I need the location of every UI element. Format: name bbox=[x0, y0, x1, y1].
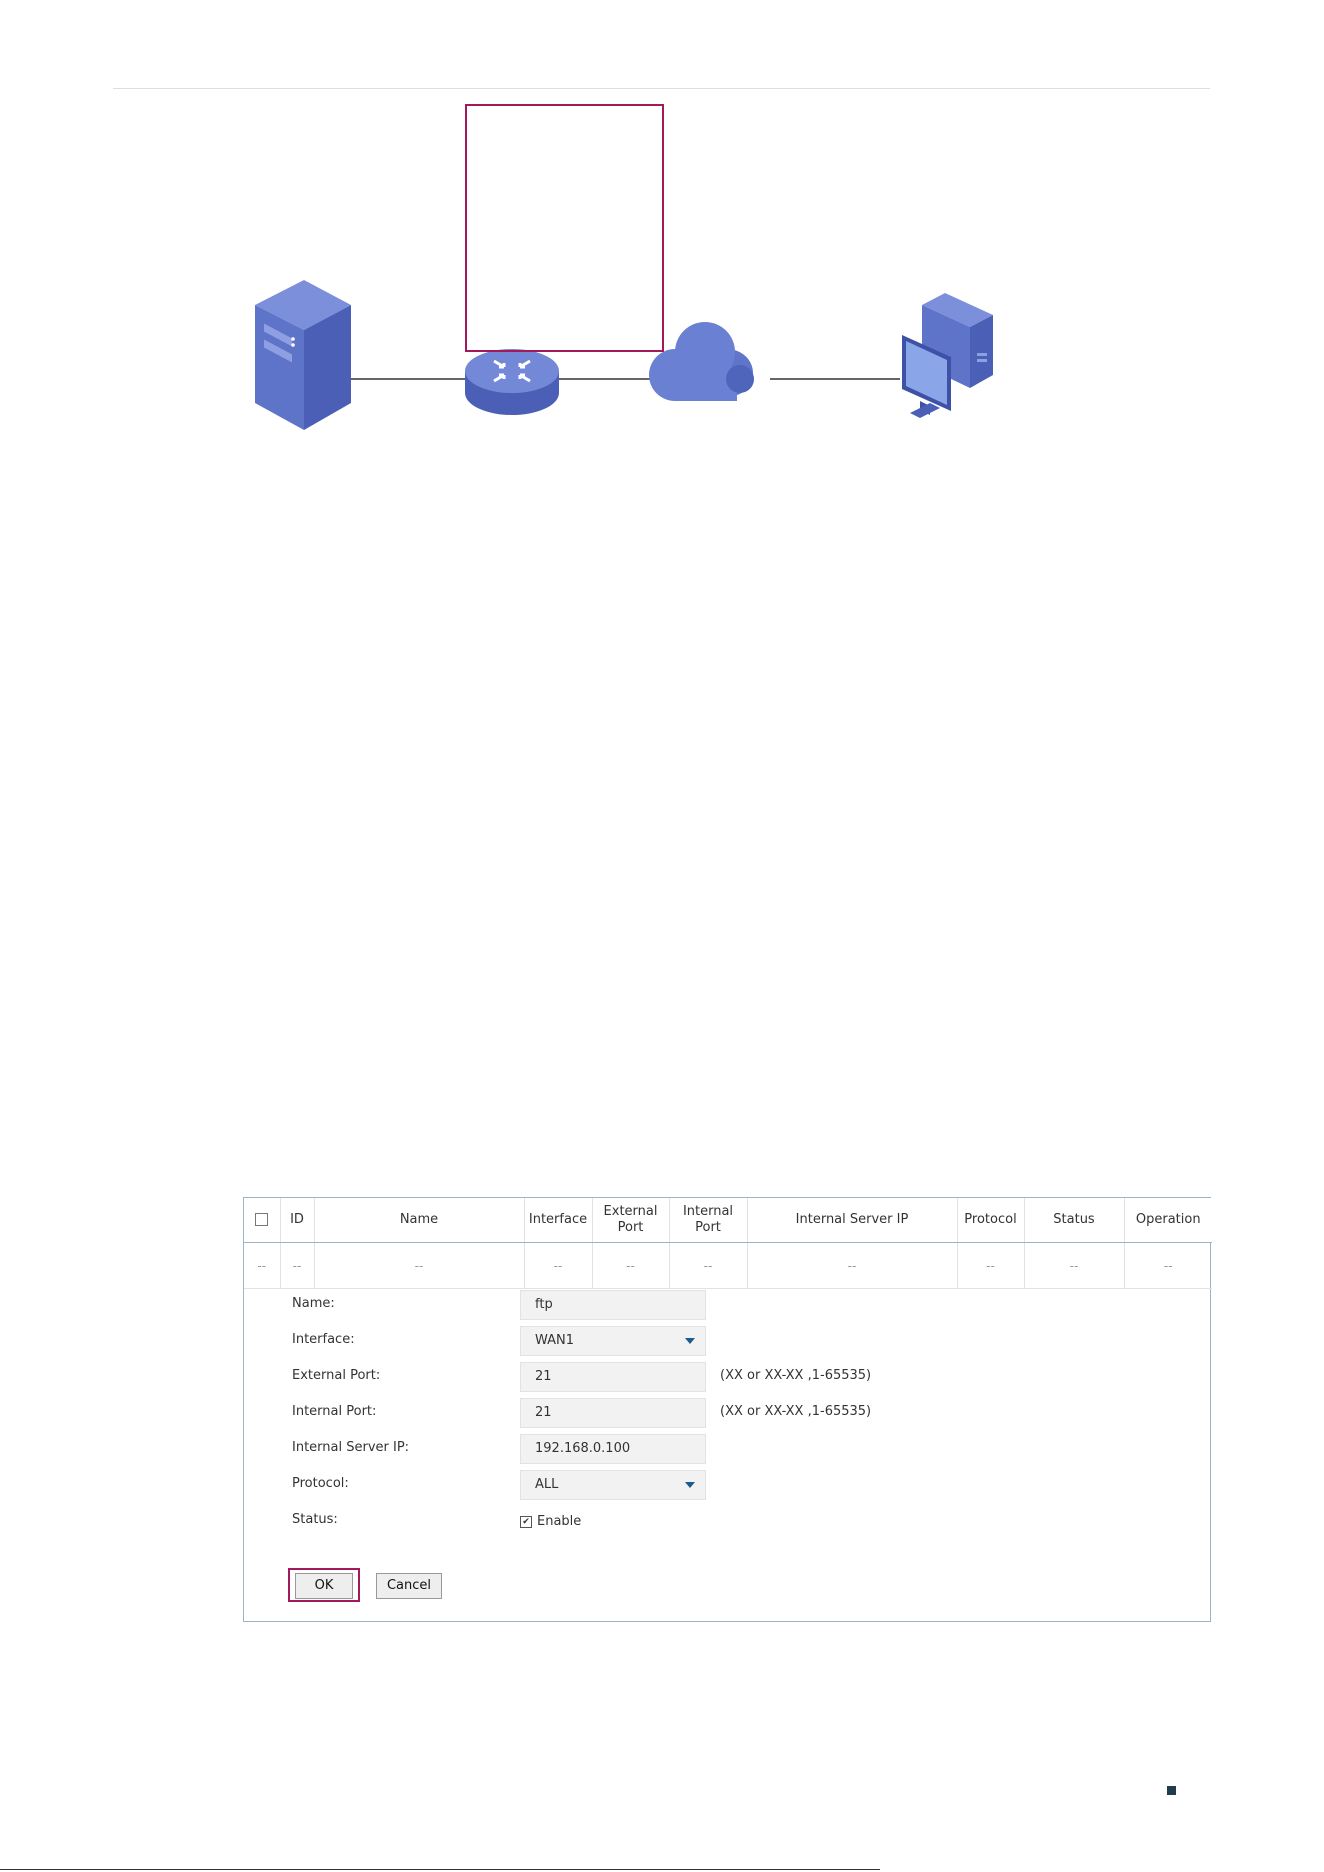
protocol-label: Protocol: bbox=[292, 1476, 349, 1491]
protocol-select[interactable]: ALL bbox=[520, 1470, 706, 1500]
form-row-interface: Interface: WAN1 bbox=[292, 1324, 1092, 1358]
status-label: Status: bbox=[292, 1512, 338, 1527]
column-header-name: Name bbox=[314, 1198, 525, 1243]
table-cell: -- bbox=[280, 1242, 315, 1289]
virtual-server-panel: ID Name Interface External Port Internal… bbox=[243, 1197, 1212, 1622]
column-header-external-port: External Port bbox=[592, 1198, 670, 1243]
column-header-internal-port: Internal Port bbox=[669, 1198, 748, 1243]
form-row-external-port: External Port: 21 (XX or XX-XX ,1-65535) bbox=[292, 1360, 1092, 1394]
column-header-protocol: Protocol bbox=[957, 1198, 1025, 1243]
status-enable-checkbox[interactable]: ✔ Enable bbox=[520, 1514, 581, 1529]
internal-port-label: Internal Port: bbox=[292, 1404, 377, 1419]
table-row: -- -- -- -- -- -- -- -- -- -- bbox=[244, 1242, 1212, 1289]
select-all-header[interactable] bbox=[244, 1198, 281, 1243]
cancel-button[interactable]: Cancel bbox=[376, 1573, 442, 1599]
virtual-server-table: ID Name Interface External Port Internal… bbox=[244, 1198, 1212, 1289]
form-row-status: Status: ✔ Enable bbox=[292, 1504, 1092, 1538]
cloud-icon bbox=[649, 322, 754, 401]
table-cell: -- bbox=[592, 1242, 670, 1289]
interface-label: Interface: bbox=[292, 1332, 355, 1347]
external-port-label: External Port: bbox=[292, 1368, 381, 1383]
interface-select[interactable]: WAN1 bbox=[520, 1326, 706, 1356]
interface-select-value: WAN1 bbox=[535, 1333, 575, 1348]
column-header-id: ID bbox=[280, 1198, 315, 1243]
table-cell: -- bbox=[1024, 1242, 1125, 1289]
status-enable-label: Enable bbox=[537, 1514, 582, 1529]
internal-server-ip-label: Internal Server IP: bbox=[292, 1440, 410, 1455]
highlight-box-fields bbox=[465, 104, 664, 352]
form-row-internal-port: Internal Port: 21 (XX or XX-XX ,1-65535) bbox=[292, 1396, 1092, 1430]
checkmark-icon[interactable]: ✔ bbox=[520, 1515, 532, 1528]
name-label: Name: bbox=[292, 1296, 335, 1311]
select-all-checkbox[interactable] bbox=[255, 1213, 269, 1226]
table-cell: -- bbox=[524, 1242, 593, 1289]
internal-port-input[interactable]: 21 bbox=[520, 1398, 706, 1428]
header-rule bbox=[113, 88, 1210, 89]
external-port-hint: (XX or XX-XX ,1-65535) bbox=[720, 1368, 872, 1383]
table-cell: -- bbox=[244, 1242, 281, 1289]
internal-server-ip-input[interactable]: 192.168.0.100 bbox=[520, 1434, 706, 1464]
footer-rule bbox=[0, 1869, 880, 1870]
table-header-row: ID Name Interface External Port Internal… bbox=[244, 1198, 1212, 1243]
table-cell: -- bbox=[747, 1242, 958, 1289]
form-row-protocol: Protocol: ALL bbox=[292, 1468, 1092, 1502]
form-row-name: Name: ftp bbox=[292, 1288, 1092, 1322]
column-header-interface: Interface bbox=[524, 1198, 593, 1243]
name-input[interactable]: ftp bbox=[520, 1290, 706, 1320]
computer-icon bbox=[902, 293, 993, 418]
protocol-select-value: ALL bbox=[535, 1477, 559, 1492]
router-icon bbox=[465, 349, 559, 415]
external-port-input[interactable]: 21 bbox=[520, 1362, 706, 1392]
internal-port-hint: (XX or XX-XX ,1-65535) bbox=[720, 1404, 872, 1419]
page-marker bbox=[1167, 1786, 1176, 1795]
table-cell: -- bbox=[957, 1242, 1025, 1289]
column-header-status: Status bbox=[1024, 1198, 1125, 1243]
server-icon bbox=[255, 280, 351, 430]
table-cell: -- bbox=[1124, 1242, 1212, 1289]
column-header-internal-server-ip: Internal Server IP bbox=[747, 1198, 958, 1243]
table-cell: -- bbox=[669, 1242, 748, 1289]
chevron-down-icon[interactable] bbox=[685, 1338, 695, 1344]
form-row-internal-server-ip: Internal Server IP: 192.168.0.100 bbox=[292, 1432, 1092, 1466]
table-cell: -- bbox=[314, 1242, 525, 1289]
chevron-down-icon[interactable] bbox=[685, 1482, 695, 1488]
column-header-operation: Operation bbox=[1124, 1198, 1212, 1243]
ok-button[interactable]: OK bbox=[295, 1573, 353, 1599]
